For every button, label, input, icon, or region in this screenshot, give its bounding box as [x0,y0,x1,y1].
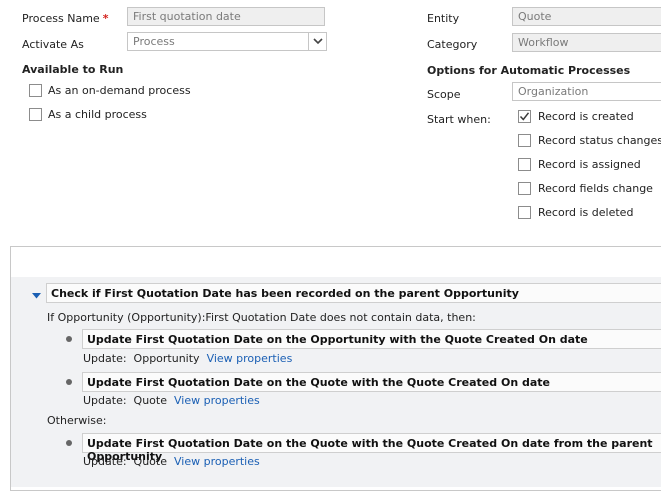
child-process-checkbox[interactable] [29,108,42,121]
on-demand-checkbox[interactable] [29,84,42,97]
start-option-checkbox[interactable] [518,182,531,195]
update-label: Update: [83,352,127,365]
scope-label: Scope [427,88,461,101]
update-label: Update: [83,394,127,407]
entity-label: Entity [427,12,460,25]
start-option-checkbox[interactable] [518,134,531,147]
start-option-label: Record fields change [538,182,653,195]
update-line-1: Update: Opportunity View properties [83,352,292,365]
update-label: Update: [83,455,127,468]
checkmark-icon [519,112,530,121]
step-bullet-icon [66,336,72,342]
on-demand-label: As an on-demand process [48,84,191,97]
step-bullet-icon [66,379,72,385]
options-heading: Options for Automatic Processes [427,64,631,77]
update-step-1[interactable]: Update First Quotation Date on the Oppor… [82,329,661,349]
scope-field[interactable]: Organization [512,82,661,101]
chevron-down-icon[interactable] [308,33,326,50]
view-properties-link[interactable]: View properties [174,394,260,407]
update-line-2: Update: Quote View properties [83,394,260,407]
activate-as-value: Process [133,35,175,48]
child-process-label: As a child process [48,108,147,121]
start-option-label: Record status changes [538,134,661,147]
activate-as-label: Activate As [22,38,84,51]
process-name-label: Process Name * [22,12,109,25]
entity-field[interactable]: Quote [512,7,661,26]
step-bullet-icon [66,440,72,446]
start-option-checkbox[interactable] [518,206,531,219]
update-step-3[interactable]: Update First Quotation Date on the Quote… [82,433,661,463]
start-option-label: Record is created [538,110,634,123]
view-properties-link[interactable]: View properties [207,352,293,365]
start-option-label: Record is deleted [538,206,634,219]
update-entity: Quote [133,455,167,468]
update-line-3: Update: Quote View properties [83,455,260,468]
main-step-header[interactable]: Check if First Quotation Date has been r… [46,283,661,303]
view-properties-link[interactable]: View properties [174,455,260,468]
collapse-triangle-icon[interactable] [32,289,41,302]
category-field[interactable]: Workflow [512,33,661,52]
available-to-run-heading: Available to Run [22,63,124,76]
update-step-2[interactable]: Update First Quotation Date on the Quote… [82,372,661,392]
condition-text: If Opportunity (Opportunity):First Quota… [47,311,476,324]
start-option-checkbox[interactable] [518,158,531,171]
start-when-label: Start when: [427,113,491,126]
update-entity: Quote [133,394,167,407]
start-option-label: Record is assigned [538,158,641,171]
process-name-field[interactable]: First quotation date [127,7,325,26]
start-option-checkbox[interactable] [518,110,531,123]
activate-as-select[interactable]: Process [127,32,327,51]
otherwise-label: Otherwise: [47,414,107,427]
required-indicator: * [102,12,109,25]
update-entity: Opportunity [133,352,200,365]
category-label: Category [427,38,478,51]
